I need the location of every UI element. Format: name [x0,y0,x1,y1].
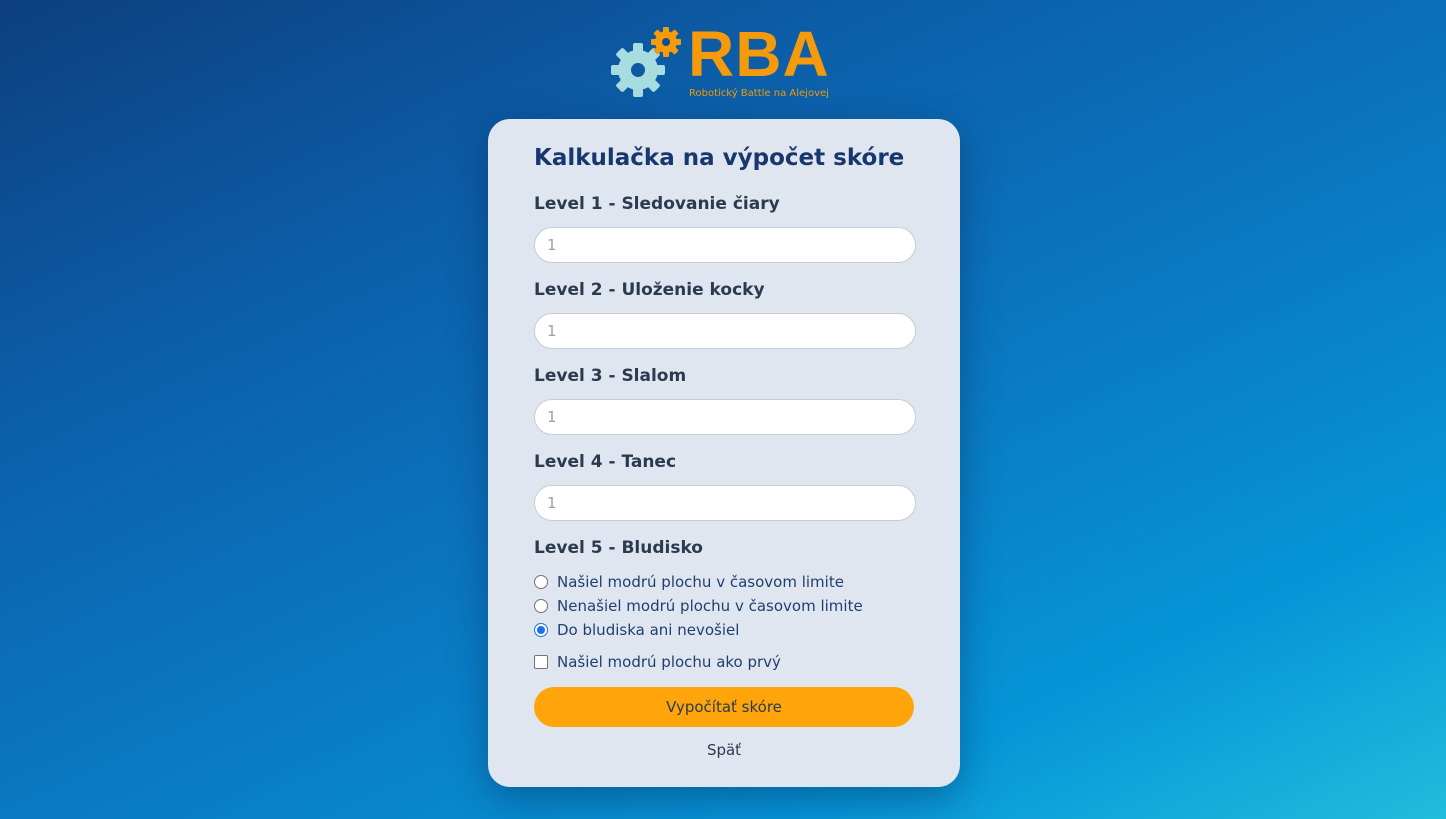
level5-option-not-entered[interactable]: Do bludiska ani nevošiel [534,620,739,640]
logo-subtitle: Robotický Battle na Alejovej [689,88,829,99]
level4-label: Level 4 - Tanec [534,452,677,472]
option-label: Do bludiska ani nevošiel [557,621,740,639]
level1-input[interactable] [534,227,916,263]
option-label: Nenašiel modrú plochu v časovom limite [557,597,863,615]
level2-label: Level 2 - Uloženie kocky [534,280,765,300]
radio-button-selected[interactable] [534,623,548,637]
level5-option-not-found[interactable]: Nenašiel modrú plochu v časovom limite [534,596,863,616]
gears-icon [611,27,681,97]
first-found-checkbox[interactable] [534,655,548,669]
page-title: Kalkulačka na výpočet skóre [534,145,905,171]
calculate-score-button[interactable]: Vypočítať skóre [534,687,914,727]
level5-first-checkbox-row[interactable]: Našiel modrú plochu ako prvý [534,652,781,672]
level5-label: Level 5 - Bludisko [534,538,703,558]
logo-title: RBA [688,18,830,90]
level1-label: Level 1 - Sledovanie čiary [534,194,780,214]
level3-label: Level 3 - Slalom [534,366,687,386]
radio-button[interactable] [534,599,548,613]
level3-input[interactable] [534,399,916,435]
score-calculator-card: Kalkulačka na výpočet skóre Level 1 - Sl… [488,119,960,787]
checkbox-label: Našiel modrú plochu ako prvý [557,653,781,671]
logo: RBA Robotický Battle na Alejovej [608,22,848,102]
back-link[interactable]: Späť [488,741,960,759]
level4-input[interactable] [534,485,916,521]
radio-button[interactable] [534,575,548,589]
level2-input[interactable] [534,313,916,349]
option-label: Našiel modrú plochu v časovom limite [557,573,844,591]
level5-option-found[interactable]: Našiel modrú plochu v časovom limite [534,572,844,592]
